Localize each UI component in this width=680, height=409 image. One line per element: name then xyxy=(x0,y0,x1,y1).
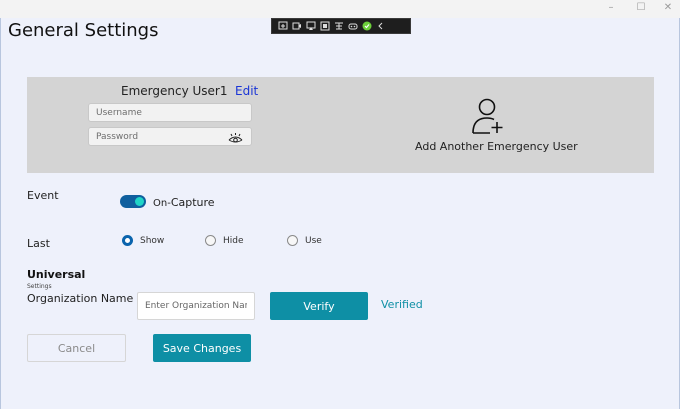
radio-use[interactable] xyxy=(287,235,298,246)
universal-title: Universal xyxy=(27,268,86,281)
emergency-user-title: Emergency User1 xyxy=(121,84,228,98)
toggle-knob xyxy=(135,197,144,206)
check-circle-icon[interactable] xyxy=(361,21,372,32)
event-label: Event xyxy=(27,189,59,202)
radio-show-label: Show xyxy=(140,236,165,246)
radio-use-label: Use xyxy=(305,236,322,246)
maximize-button[interactable]: ☐ xyxy=(630,1,652,15)
add-emergency-user-label[interactable]: Add Another Emergency User xyxy=(415,140,578,153)
username-field[interactable] xyxy=(88,103,252,122)
window-titlebar xyxy=(0,0,680,18)
gamepad-icon[interactable] xyxy=(347,21,358,32)
radio-show[interactable] xyxy=(122,235,133,246)
save-changes-button[interactable]: Save Changes xyxy=(153,334,251,362)
window-border-left xyxy=(0,18,1,409)
window-icon[interactable] xyxy=(319,21,330,32)
edit-link[interactable]: Edit xyxy=(235,84,258,98)
universal-subtitle: Settings xyxy=(27,283,52,290)
toggle-prefix: On- xyxy=(153,198,171,209)
organization-name-label: Organization Name xyxy=(27,292,134,305)
eye-icon[interactable] xyxy=(228,130,243,143)
close-window-button[interactable]: ✕ xyxy=(657,1,679,15)
add-user-icon[interactable] xyxy=(470,97,506,135)
chevron-left-icon[interactable] xyxy=(375,21,386,32)
page-title: General Settings xyxy=(8,20,159,41)
minimize-button[interactable]: – xyxy=(600,1,622,15)
network-icon[interactable] xyxy=(333,21,344,32)
screen-share-icon[interactable] xyxy=(277,21,288,32)
overlay-toolbar xyxy=(271,18,411,34)
toggle-label: On-Capture xyxy=(153,196,215,209)
on-capture-toggle[interactable] xyxy=(120,195,146,208)
toggle-suffix: Capture xyxy=(170,196,215,209)
cancel-button[interactable]: Cancel xyxy=(27,334,126,362)
video-icon[interactable] xyxy=(291,21,302,32)
radio-hide[interactable] xyxy=(205,235,216,246)
radio-hide-label: Hide xyxy=(223,236,244,246)
organization-name-input[interactable] xyxy=(137,292,255,320)
verify-button[interactable]: Verify xyxy=(270,292,368,320)
last-label: Last xyxy=(27,237,50,250)
cast-icon[interactable] xyxy=(305,21,316,32)
verified-status: Verified xyxy=(381,298,423,311)
